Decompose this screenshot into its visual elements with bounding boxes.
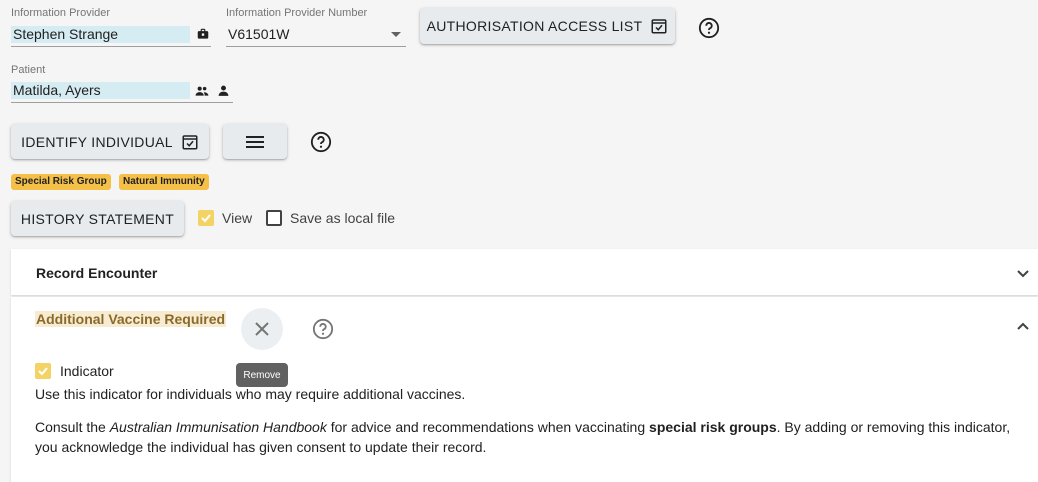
natural-immunity-badge: Natural Immunity — [119, 174, 209, 190]
record-encounter-title: Record Encounter — [36, 265, 158, 281]
provider-number-value: V61501W — [228, 26, 290, 42]
indicator-checkbox[interactable] — [35, 363, 51, 379]
additional-vaccine-panel: Additional Vaccine Required Indicator Us… — [11, 297, 1038, 482]
indicator-checkbox-row[interactable]: Indicator — [35, 363, 114, 379]
check-icon — [201, 214, 211, 223]
help-icon[interactable] — [698, 17, 720, 39]
consult-pre: Consult the — [35, 419, 110, 435]
save-local-checkbox-row[interactable]: Save as local file — [266, 210, 395, 226]
view-checkbox-row[interactable]: View — [198, 210, 252, 226]
calendar-check-icon — [182, 134, 198, 149]
help-icon[interactable] — [312, 318, 334, 340]
patient-value: Matilda, Ayers — [11, 82, 190, 99]
special-risk-groups-text: special risk groups — [649, 419, 777, 435]
consult-mid: for advice and recommendations when vacc… — [326, 419, 650, 435]
handbook-reference: Australian Immunisation Handbook — [109, 419, 327, 435]
identify-individual-button[interactable]: IDENTIFY INDIVIDUAL — [11, 124, 209, 159]
briefcase-lock-icon[interactable] — [196, 27, 210, 41]
hamburger-menu-icon — [246, 135, 264, 148]
save-local-checkbox[interactable] — [266, 210, 282, 226]
special-risk-group-badge: Special Risk Group — [11, 174, 111, 190]
identify-button-label: IDENTIFY INDIVIDUAL — [21, 133, 173, 150]
provider-label: Information Provider — [11, 7, 111, 19]
dropdown-arrow-icon — [391, 32, 401, 37]
view-label: View — [222, 210, 253, 226]
additional-vaccine-title: Additional Vaccine Required — [35, 311, 227, 327]
provider-number-select[interactable]: V61501W — [226, 24, 406, 47]
patient-label: Patient — [11, 64, 46, 76]
view-checkbox[interactable] — [198, 210, 214, 226]
patient-field[interactable]: Matilda, Ayers — [11, 81, 233, 103]
people-icon[interactable] — [195, 84, 209, 98]
close-icon — [255, 322, 269, 336]
chevron-down-icon[interactable] — [1016, 269, 1030, 279]
remove-tooltip: Remove — [236, 363, 288, 387]
indicator-description: Use this indicator for individuals who m… — [35, 386, 466, 402]
menu-button[interactable] — [223, 124, 287, 159]
consult-paragraph: Consult the Australian Immunisation Hand… — [35, 417, 1035, 457]
person-icon[interactable] — [217, 84, 230, 97]
record-encounter-panel[interactable]: Record Encounter — [11, 249, 1038, 295]
remove-button[interactable] — [241, 308, 283, 350]
provider-value: Stephen Strange — [11, 26, 190, 43]
help-icon[interactable] — [310, 131, 332, 153]
save-local-label: Save as local file — [290, 210, 396, 226]
chevron-up-icon[interactable] — [1016, 321, 1030, 331]
provider-number-label: Information Provider Number — [226, 7, 368, 19]
provider-field[interactable]: Stephen Strange — [11, 24, 211, 47]
calendar-check-icon — [651, 19, 667, 34]
authorisation-access-list-button[interactable]: AUTHORISATION ACCESS LIST — [420, 8, 675, 44]
history-statement-button[interactable]: HISTORY STATEMENT — [11, 201, 184, 236]
check-icon — [38, 367, 48, 376]
history-button-label: HISTORY STATEMENT — [20, 210, 175, 227]
auth-button-label: AUTHORISATION ACCESS LIST — [426, 18, 643, 34]
indicator-label: Indicator — [60, 363, 114, 379]
